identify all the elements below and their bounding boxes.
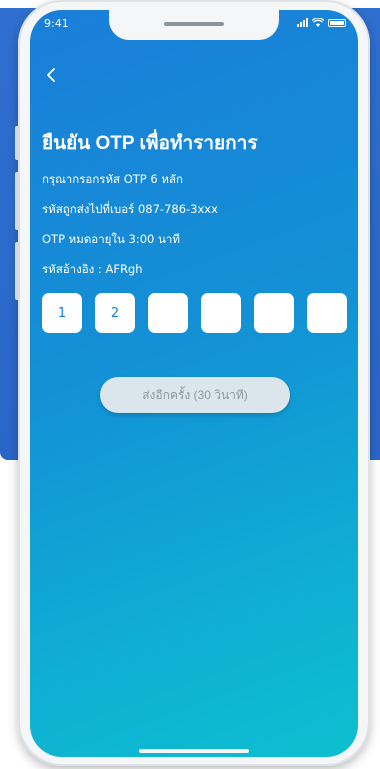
status-time: 9:41 [44,17,69,30]
otp-digit-1[interactable]: 1 [42,293,82,333]
app-screen: 9:41 ยืนยัน OTP เพื่อทำรายการ กรุณากรอกร… [30,10,358,757]
otp-sent-to: รหัสถูกส่งไปที่เบอร์ 087-786-3xxx [42,202,218,216]
otp-digit-3[interactable] [148,293,188,333]
chevron-left-icon[interactable] [42,65,62,85]
signal-icon [297,18,308,27]
otp-digit-2[interactable]: 2 [95,293,135,333]
page-title: ยืนยัน OTP เพื่อทำรายการ [42,133,258,154]
home-indicator [139,749,249,753]
speaker-grille [164,22,224,26]
otp-digit-4[interactable] [201,293,241,333]
status-icons [297,18,346,27]
side-button-mute [15,126,20,160]
otp-input-row: 1 2 [42,293,347,333]
otp-expiry: OTP หมดอายุใน 3:00 นาที [42,232,180,246]
notch [109,10,279,40]
side-button-volume-down [15,242,20,300]
otp-digit-5[interactable] [254,293,294,333]
otp-reference: รหัสอ้างอิง : AFRgh [42,262,143,276]
wifi-icon [312,18,324,27]
otp-digit-6[interactable] [307,293,347,333]
battery-icon [328,18,346,27]
resend-otp-button[interactable]: ส่งอีกครั้ง (30 วินาที) [100,377,290,413]
side-button-volume-up [15,172,20,230]
otp-instruction: กรุณากรอกรหัส OTP 6 หลัก [42,172,183,186]
